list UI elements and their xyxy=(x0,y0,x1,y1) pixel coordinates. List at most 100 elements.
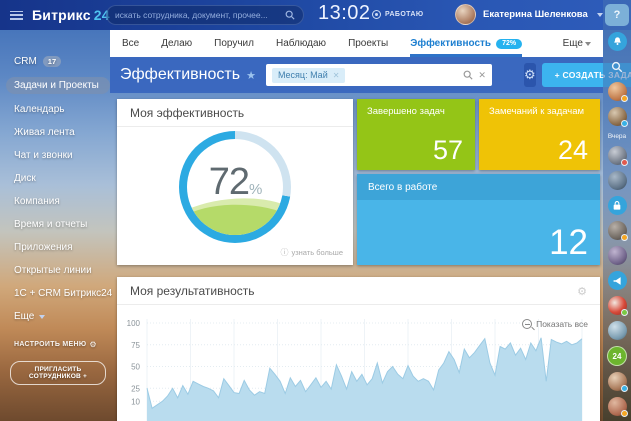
tab-efficiency[interactable]: Эффективность 72% xyxy=(410,30,522,57)
my-productivity-card: Моя результативность ⚙ Показать все 1007… xyxy=(117,277,600,421)
efficiency-gauge: 72% xyxy=(179,131,291,243)
tab-assigned[interactable]: Поручил xyxy=(214,30,254,57)
chat-avatar[interactable] xyxy=(608,246,627,265)
status-dot xyxy=(621,95,628,102)
tile-label: Замечаний к задачам xyxy=(479,99,600,117)
tile-value: 57 xyxy=(433,135,463,166)
announcements-button[interactable] xyxy=(608,271,627,290)
sidebar-item-label: Компания xyxy=(14,196,60,207)
configure-menu-link[interactable]: НАСТРОИТЬ МЕНЮ⚙ xyxy=(14,340,110,349)
sidebar-item-label: Задачи и Проекты xyxy=(14,80,99,91)
hamburger-menu-icon[interactable] xyxy=(10,11,23,20)
chat-avatar[interactable] xyxy=(608,397,627,416)
global-search[interactable] xyxy=(106,5,304,25)
chevron-down-icon xyxy=(39,315,45,319)
bell-icon xyxy=(612,36,623,47)
chat-avatar[interactable] xyxy=(608,82,627,101)
chat-avatar[interactable] xyxy=(608,171,627,190)
configure-menu-label: НАСТРОИТЬ МЕНЮ xyxy=(14,341,86,348)
bitrix24-chat-badge[interactable]: 24 xyxy=(607,346,627,366)
sidebar-item-calendar[interactable]: Календарь xyxy=(14,102,110,117)
tab-projects[interactable]: Проекты xyxy=(348,30,388,57)
sidebar-item-tasks-projects[interactable]: Задачи и Проекты xyxy=(6,77,110,94)
tab-all[interactable]: Все xyxy=(122,30,139,57)
efficiency-value: 72% xyxy=(187,161,283,204)
dashboard-content: Моя эффективность 72% ⓘузнать больше Зав… xyxy=(110,93,603,421)
task-remarks-tile[interactable]: Замечаний к задачам 24 xyxy=(479,99,600,170)
productivity-chart: 10075502510 xyxy=(117,311,589,421)
filter-search-box[interactable]: Месяц: Май✕ ✕ xyxy=(266,64,492,86)
clear-filter-icon[interactable]: ✕ xyxy=(478,70,486,81)
sidebar-item-apps[interactable]: Приложения xyxy=(14,240,110,255)
page-toolbar: Эффективность ★ Месяц: Май✕ ✕ ⚙ + СОЗДАТ… xyxy=(110,57,603,93)
sidebar-item-open-lines[interactable]: Открытые линии xyxy=(14,263,110,278)
help-button[interactable]: ? xyxy=(605,4,629,26)
completed-tasks-tile[interactable]: Завершено задач 57 xyxy=(357,99,475,170)
main-area: Все Делаю Поручил Наблюдаю Проекты Эффек… xyxy=(110,30,603,421)
in-progress-tile[interactable]: Всего в работе 12 xyxy=(357,174,600,265)
gear-icon[interactable]: ⚙ xyxy=(577,285,587,298)
work-clock[interactable]: 13:02 xyxy=(318,2,371,25)
global-search-input[interactable] xyxy=(115,10,285,20)
favorite-star-icon[interactable]: ★ xyxy=(246,69,256,82)
search-icon xyxy=(611,61,623,73)
sidebar-item-feed[interactable]: Живая лента xyxy=(14,125,110,140)
tile-label: Всего в работе xyxy=(357,174,600,200)
sidebar-item-label: Открытые линии xyxy=(14,265,92,276)
gear-icon: ⚙ xyxy=(89,340,96,349)
card-header: Моя эффективность xyxy=(117,99,353,127)
chip-close-icon[interactable]: ✕ xyxy=(333,71,340,80)
sidebar-item-company[interactable]: Компания xyxy=(14,194,110,209)
crm-counter-badge: 17 xyxy=(43,56,61,67)
strip-search-button[interactable] xyxy=(608,57,627,76)
sidebar-item-disk[interactable]: Диск xyxy=(14,171,110,186)
svg-text:50: 50 xyxy=(131,363,140,372)
app-logo[interactable]: Битрикс24 xyxy=(32,7,110,23)
messenger-strip: ? Вчера 24 xyxy=(603,0,631,421)
user-avatar xyxy=(455,4,476,25)
chat-avatar[interactable] xyxy=(608,221,627,240)
gauge-inner: 72% xyxy=(187,139,283,235)
main-sidebar: CRM17 Задачи и Проекты Календарь Живая л… xyxy=(0,30,110,421)
card-header: Моя результативность ⚙ xyxy=(117,277,600,305)
show-all-link[interactable]: Показать все xyxy=(522,319,588,329)
status-dot xyxy=(621,385,628,392)
chat-avatar[interactable] xyxy=(608,296,627,315)
sidebar-item-more[interactable]: Еще xyxy=(14,309,110,324)
status-dot xyxy=(621,309,628,316)
chat-avatar[interactable] xyxy=(608,107,627,126)
sidebar-item-label: 1С + CRM Битрикс24 xyxy=(14,288,112,299)
sidebar-item-crm[interactable]: CRM17 xyxy=(14,54,110,69)
learn-more-link[interactable]: ⓘузнать больше xyxy=(280,247,343,258)
work-status[interactable]: РАБОТАЮ xyxy=(372,10,424,19)
user-name: Екатерина Шеленкова xyxy=(483,9,588,20)
user-menu[interactable]: Екатерина Шеленкова xyxy=(455,4,603,25)
notifications-button[interactable] xyxy=(608,32,627,51)
filter-input[interactable] xyxy=(345,70,458,80)
chat-avatar[interactable] xyxy=(608,372,627,391)
tab-doing[interactable]: Делаю xyxy=(161,30,192,57)
sidebar-item-label: Время и отчеты xyxy=(14,219,87,230)
filter-chip[interactable]: Месяц: Май✕ xyxy=(272,68,345,83)
chat-avatar[interactable] xyxy=(608,321,627,340)
chevron-down-icon xyxy=(585,42,591,46)
search-icon[interactable] xyxy=(463,70,473,80)
svg-text:25: 25 xyxy=(131,384,140,393)
invite-employees-button[interactable]: ПРИГЛАСИТЬ СОТРУДНИКОВ + xyxy=(10,361,106,385)
tile-label: Завершено задач xyxy=(357,99,475,117)
card-title: Моя результативность xyxy=(130,284,255,298)
sidebar-item-time-reports[interactable]: Время и отчеты xyxy=(14,217,110,232)
sidebar-item-chat-calls[interactable]: Чат и звонки xyxy=(14,148,110,163)
sidebar-item-label: Диск xyxy=(14,173,36,184)
tab-following[interactable]: Наблюдаю xyxy=(276,30,326,57)
sidebar-item-1c-crm[interactable]: 1С + CRM Битрикс24 xyxy=(14,286,110,301)
task-tabs-bar: Все Делаю Поручил Наблюдаю Проекты Эффек… xyxy=(110,30,603,57)
private-chat-button[interactable] xyxy=(608,196,627,215)
megaphone-icon xyxy=(612,276,623,286)
tabs-more-menu[interactable]: Еще xyxy=(563,38,591,49)
status-dot xyxy=(621,234,628,241)
efficiency-unit: % xyxy=(249,181,261,198)
tile-value: 12 xyxy=(549,223,588,263)
settings-gear-button[interactable]: ⚙ xyxy=(524,63,536,87)
chat-avatar[interactable] xyxy=(608,146,627,165)
